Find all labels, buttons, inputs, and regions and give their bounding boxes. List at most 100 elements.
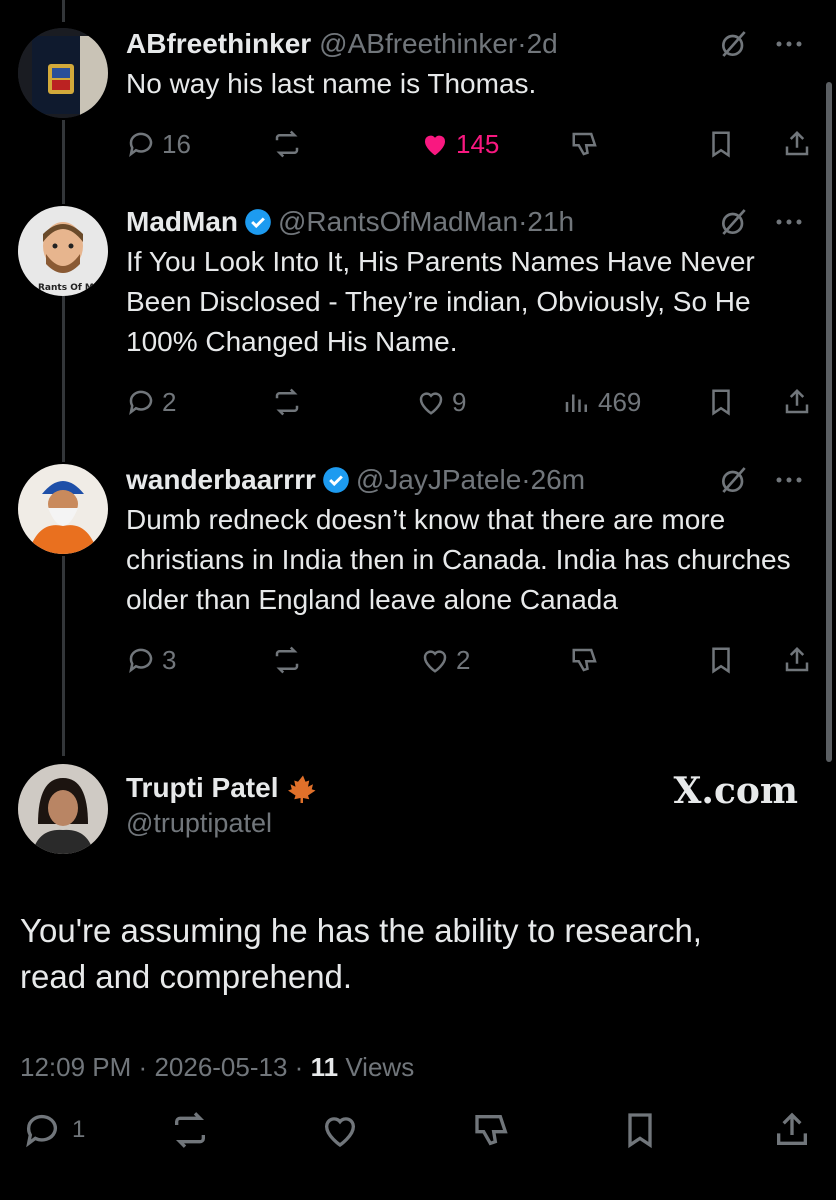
- more-icon[interactable]: [776, 476, 802, 484]
- reply-icon: [129, 648, 153, 673]
- scrollbar[interactable]: [826, 82, 832, 762]
- views-button[interactable]: 469: [562, 382, 641, 422]
- repost-icon: [275, 130, 299, 158]
- like-button[interactable]: 145: [420, 124, 499, 164]
- views-count: 469: [598, 386, 642, 417]
- verified-badge-icon: [245, 209, 271, 235]
- bookmark-button[interactable]: [706, 124, 736, 164]
- more-icon[interactable]: [776, 218, 802, 226]
- grok-icon[interactable]: [718, 28, 750, 60]
- author-handle[interactable]: @ABfreethinker: [319, 26, 517, 62]
- dislike-button[interactable]: [570, 640, 600, 680]
- reply-button[interactable]: 1: [22, 1110, 85, 1150]
- header-icons: [718, 28, 802, 60]
- repost-icon: [175, 1112, 205, 1148]
- tweet-header: MadMan @RantsOfMadMan · 21h: [126, 204, 816, 240]
- heart-filled-icon: [424, 135, 446, 156]
- reply-icon: [129, 390, 153, 415]
- like-button[interactable]: 9: [416, 382, 466, 422]
- bookmark-button[interactable]: [706, 382, 736, 422]
- author-name[interactable]: wanderbaarrrr: [126, 462, 316, 498]
- tweet-actions: 3 2: [126, 640, 816, 680]
- tweet-meta: 12:09 PM · 2026-05-13 · 11 Views: [20, 1052, 414, 1083]
- timestamp[interactable]: 21h: [527, 204, 574, 240]
- dislike-button[interactable]: [570, 124, 600, 164]
- avatar-text: Rants Of Mad M-: [38, 283, 108, 293]
- avatar-wanderbaarrrr[interactable]: [18, 464, 108, 554]
- main-tweet-line-2: read and comprehend.: [20, 958, 353, 995]
- bookmark-button[interactable]: [706, 640, 736, 680]
- post-date[interactable]: 2026-05-13: [154, 1052, 287, 1082]
- tweet-1[interactable]: ABfreethinker @ABfreethinker · 2d No way…: [126, 26, 816, 164]
- reply-icon: [129, 132, 153, 157]
- tweet-header: wanderbaarrrr @JayJPatele · 26m: [126, 462, 816, 498]
- verified-badge-icon: [323, 467, 349, 493]
- thread-line: [62, 556, 65, 756]
- share-button[interactable]: [782, 124, 812, 164]
- share-icon: [777, 1112, 807, 1145]
- bookmark-icon: [712, 131, 730, 158]
- avatar-trupti-patel[interactable]: [18, 764, 108, 854]
- repost-icon: [275, 646, 299, 674]
- repost-button[interactable]: [170, 1110, 210, 1150]
- timestamp[interactable]: 26m: [531, 462, 585, 498]
- tweet-text: Dumb redneck doesn’t know that there are…: [126, 504, 791, 615]
- main-tweet-line-1: You're assuming he has the ability to re…: [20, 912, 702, 949]
- repost-icon: [275, 388, 299, 416]
- tweet-text: If You Look Into It, His Parents Names H…: [126, 246, 755, 357]
- thread-line: [62, 296, 65, 462]
- reply-button[interactable]: 3: [126, 640, 176, 680]
- separator: ·: [517, 28, 527, 59]
- reply-icon: [26, 1114, 57, 1148]
- main-actions: 1: [0, 1110, 836, 1170]
- dislike-button[interactable]: [472, 1110, 512, 1150]
- main-author-handle[interactable]: @truptipatel: [126, 808, 318, 839]
- tweet-actions: 2 9 469: [126, 382, 816, 422]
- tweet-actions: 16 145: [126, 124, 816, 164]
- like-count: 145: [456, 128, 500, 159]
- tweet-3[interactable]: wanderbaarrrr @JayJPatele · 26m Dumb red…: [126, 462, 816, 680]
- author-handle[interactable]: @RantsOfMadMan: [278, 204, 518, 240]
- bookmark-icon: [628, 1113, 652, 1149]
- grok-icon[interactable]: [718, 464, 750, 496]
- post-time[interactable]: 12:09 PM: [20, 1052, 131, 1082]
- share-button[interactable]: [782, 382, 812, 422]
- views-count: 11: [310, 1052, 339, 1082]
- bookmark-icon: [712, 647, 730, 674]
- main-author-name[interactable]: Trupti Patel: [126, 772, 278, 804]
- tweet-2[interactable]: MadMan @RantsOfMadMan · 21h If You Look …: [126, 204, 816, 422]
- share-icon: [785, 646, 809, 672]
- author-handle[interactable]: @JayJPatele: [356, 462, 521, 498]
- like-button[interactable]: 2: [420, 640, 470, 680]
- repost-button[interactable]: [272, 382, 302, 422]
- separator: ·: [518, 206, 528, 237]
- share-icon: [785, 388, 809, 414]
- reply-button[interactable]: 2: [126, 382, 176, 422]
- reply-count: 3: [162, 644, 177, 675]
- bookmark-button[interactable]: [620, 1110, 660, 1150]
- thumbs-down-icon: [572, 132, 597, 156]
- more-icon[interactable]: [776, 40, 802, 48]
- share-icon: [785, 130, 809, 156]
- repost-button[interactable]: [272, 640, 302, 680]
- timestamp[interactable]: 2d: [527, 26, 558, 62]
- reply-count: 2: [162, 386, 177, 417]
- reply-count: 16: [162, 128, 191, 159]
- author-name[interactable]: MadMan: [126, 204, 238, 240]
- avatar-abfreethinker[interactable]: [18, 28, 108, 118]
- like-count: 2: [456, 644, 471, 675]
- grok-icon[interactable]: [718, 206, 750, 238]
- repost-button[interactable]: [272, 124, 302, 164]
- share-button[interactable]: [782, 640, 812, 680]
- header-icons: [718, 206, 802, 238]
- avatar-madman[interactable]: Rants Of Mad M-: [18, 206, 108, 296]
- views-icon: [565, 394, 587, 412]
- share-button[interactable]: [772, 1110, 812, 1150]
- like-button[interactable]: [320, 1110, 360, 1150]
- tweet-text: No way his last name is Thomas.: [126, 68, 537, 99]
- reply-button[interactable]: 16: [126, 124, 191, 164]
- thread-line: [62, 0, 65, 22]
- author-name[interactable]: ABfreethinker: [126, 26, 311, 62]
- main-tweet-text: You're assuming he has the ability to re…: [20, 908, 810, 1000]
- thread-line: [62, 120, 65, 204]
